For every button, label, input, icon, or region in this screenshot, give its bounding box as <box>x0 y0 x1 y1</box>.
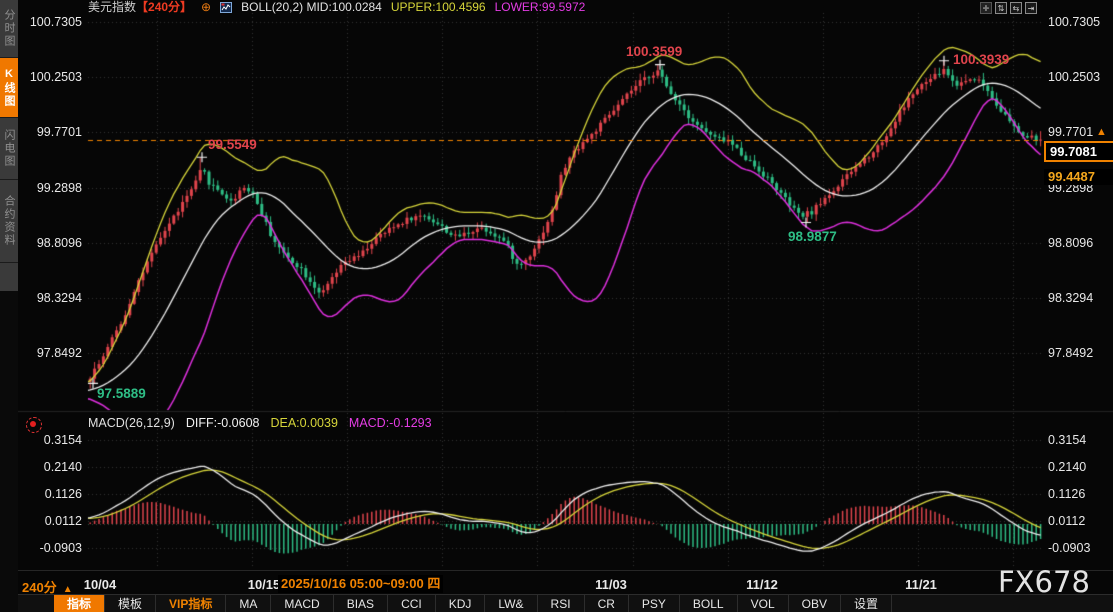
macd-macd-value: MACD:-0.1293 <box>349 416 432 430</box>
macd-tick-left: 0.0112 <box>22 514 82 528</box>
y-tick-right: 100.2503 <box>1048 70 1108 84</box>
last-price-arrow-icon: ▲ <box>1096 126 1107 138</box>
scale-horizontal-icon[interactable]: ⇆ <box>1010 2 1022 14</box>
shift-right-icon[interactable]: ⇥ <box>1025 2 1037 14</box>
price-annotation: 97.5889 <box>97 386 146 401</box>
period-badge: 【240分】 <box>136 0 192 14</box>
sidebar-item-1[interactable]: 分时图 <box>0 0 18 58</box>
toolbar-item-MA[interactable]: MA <box>226 595 271 612</box>
indicator-toolbar: 指标模板VIP指标MAMACDBIASCCIKDJLW&RSICRPSYBOLL… <box>18 594 1113 612</box>
y-tick-left: 98.3294 <box>22 291 82 305</box>
sidebar-item-3[interactable]: 闪电图 <box>0 118 18 180</box>
toolbar-item-VOL[interactable]: VOL <box>738 595 789 612</box>
y-tick-left: 100.2503 <box>22 70 82 84</box>
kline-chart-canvas[interactable] <box>0 0 1113 612</box>
x-axis-row: 240分▲ 10/0410/1510/2411/0311/1211/212025… <box>18 570 1113 596</box>
y-tick-right: 98.3294 <box>1048 291 1108 305</box>
price-annotation: 100.3939 <box>953 52 1009 67</box>
macd-header: MACD(26,12,9) DIFF:-0.0608 DEA:0.0039 MA… <box>88 416 432 430</box>
y-tick-right: 97.8492 <box>1048 346 1108 360</box>
sidebar: 分时图K线图闪电图合约资料 <box>0 0 18 612</box>
macd-tick-left: 0.2140 <box>22 460 82 474</box>
last-price-marker: 99.7081 <box>1044 141 1113 162</box>
trading-app: 分时图K线图闪电图合约资料 美元指数【240分】 ⊕ BOLL(20,2) MI… <box>0 0 1113 612</box>
toolbar-item-LW&[interactable]: LW& <box>485 595 537 612</box>
boll-mid-label: BOLL(20,2) MID:100.0284 <box>241 0 382 15</box>
sidebar-filler <box>0 263 18 291</box>
x-tick: 10/15 <box>248 577 281 592</box>
macd-tick-left: 0.1126 <box>22 487 82 501</box>
add-indicator-icon[interactable]: ⊕ <box>201 0 211 15</box>
price-annotation: 98.9877 <box>788 229 837 244</box>
macd-tick-right: 0.1126 <box>1048 487 1108 501</box>
chart-type-icon[interactable] <box>220 2 232 13</box>
y-tick-left: 98.8096 <box>22 236 82 250</box>
macd-tick-left: 0.3154 <box>22 433 82 447</box>
sidebar-item-4[interactable]: 合约资料 <box>0 180 18 263</box>
toolbar-item-KDJ[interactable]: KDJ <box>436 595 486 612</box>
toolbar-item-MACD[interactable]: MACD <box>271 595 333 612</box>
price-annotation: 99.5549 <box>208 137 257 152</box>
scale-vertical-icon[interactable]: ⇅ <box>995 2 1007 14</box>
toolbar-item-RSI[interactable]: RSI <box>538 595 585 612</box>
macd-tick-right: 0.2140 <box>1048 460 1108 474</box>
x-tick: 10/04 <box>84 577 117 592</box>
toolbar-item-设置[interactable]: 设置 <box>841 595 892 612</box>
y-tick-right: 98.8096 <box>1048 236 1108 250</box>
chart-header: 美元指数【240分】 ⊕ BOLL(20,2) MID:100.0284 UPP… <box>88 0 585 15</box>
toolbar-item-VIP指标[interactable]: VIP指标 <box>156 595 226 612</box>
y-tick-left: 100.7305 <box>22 15 82 29</box>
toolbar-item-PSY[interactable]: PSY <box>629 595 680 612</box>
y-tick-left: 97.8492 <box>22 346 82 360</box>
macd-params-label: MACD(26,12,9) <box>88 416 175 430</box>
symbol-name: 美元指数 <box>88 0 136 14</box>
boll-lower-label: LOWER:99.5972 <box>495 0 586 15</box>
macd-tick-right: 0.0112 <box>1048 514 1108 528</box>
alert-icon[interactable] <box>26 417 42 433</box>
secondary-price-marker: 99.4487 <box>1044 169 1113 185</box>
x-tick: 11/12 <box>746 577 778 592</box>
x-tick: 11/03 <box>595 577 627 592</box>
chart-tool-buttons: ✛⇅⇆⇥ <box>980 2 1037 14</box>
price-annotation: 100.3599 <box>626 44 682 59</box>
y-tick-left: 99.2898 <box>22 181 82 195</box>
toolbar-item-BOLL[interactable]: BOLL <box>680 595 738 612</box>
y-tick-right: 100.7305 <box>1048 15 1108 29</box>
crosshair-time-tooltip: 2025/10/16 05:00~09:00 四 <box>278 575 443 593</box>
macd-diff-value: DIFF:-0.0608 <box>186 416 260 430</box>
toolbar-item-CR[interactable]: CR <box>585 595 629 612</box>
boll-upper-label: UPPER:100.4596 <box>391 0 486 15</box>
sidebar-item-2[interactable]: K线图 <box>0 58 18 118</box>
macd-tick-right: 0.3154 <box>1048 433 1108 447</box>
macd-dea-value: DEA:0.0039 <box>270 416 337 430</box>
x-tick: 11/21 <box>905 577 937 592</box>
toolbar-item-指标[interactable]: 指标 <box>54 595 105 612</box>
toolbar-item-OBV[interactable]: OBV <box>789 595 841 612</box>
move-tool-icon[interactable]: ✛ <box>980 2 992 14</box>
toolbar-item-模板[interactable]: 模板 <box>105 595 156 612</box>
symbol-title: 美元指数【240分】 <box>88 0 192 15</box>
macd-tick-right: -0.0903 <box>1048 541 1108 555</box>
toolbar-item-BIAS[interactable]: BIAS <box>334 595 388 612</box>
toolbar-item-CCI[interactable]: CCI <box>388 595 436 612</box>
y-tick-left: 99.7701 <box>22 125 82 139</box>
macd-tick-left: -0.0903 <box>22 541 82 555</box>
